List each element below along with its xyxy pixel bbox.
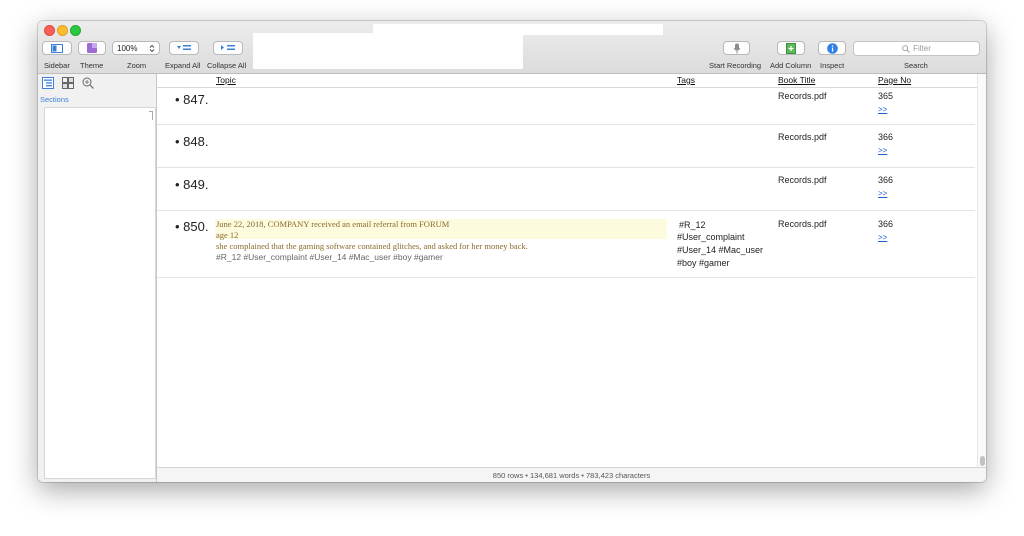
redacted-toolbar-area (253, 33, 523, 69)
microphone-icon (733, 43, 740, 53)
sidebar-label: Sidebar (44, 61, 70, 70)
table-row[interactable]: • 847. Records.pdf 365 >> (157, 88, 975, 125)
page-number-cell: 365 (878, 91, 894, 101)
zoom-window-button[interactable] (70, 25, 81, 36)
page-number-cell: 366 (878, 175, 894, 185)
note-text-line[interactable]: she complained that the gaming software … (216, 241, 528, 251)
table-row[interactable]: • 849. Records.pdf 366 >> (157, 168, 975, 211)
status-bar: 850 rows • 134,681 words • 783,423 chara… (157, 467, 986, 482)
collapse-all-label: Collapse All (207, 61, 247, 70)
book-title-cell: Records.pdf (778, 175, 827, 185)
column-header-page-no[interactable]: Page No (878, 75, 911, 85)
add-column-label: Add Column (770, 61, 812, 70)
collapse-all-button[interactable] (213, 41, 243, 55)
search-label: Search (904, 61, 928, 70)
zoom-value: 100% (117, 43, 138, 53)
book-title-cell: Records.pdf (778, 132, 827, 142)
book-title-cell: Records.pdf (778, 219, 827, 229)
page-link[interactable]: >> (878, 189, 887, 198)
note-tags-line[interactable]: #R_12 #User_complaint #User_14 #Mac_user… (216, 252, 443, 262)
toolbar: Sidebar Theme 100% Zoom Expand All Colla… (38, 21, 986, 74)
vertical-scrollbar[interactable] (977, 74, 986, 467)
sections-label: Sections (40, 95, 69, 104)
filter-search-field[interactable]: Filter (853, 41, 980, 56)
book-title-cell: Records.pdf (778, 91, 827, 101)
page-link[interactable]: >> (878, 146, 887, 155)
tags-cell-line: #User_complaint (677, 232, 745, 242)
row-number: • 847. (175, 92, 209, 107)
inspect-button[interactable] (818, 41, 846, 55)
page-link[interactable]: >> (878, 105, 887, 114)
inspect-label: Inspect (820, 61, 845, 70)
row-number: • 850. (175, 219, 209, 234)
thumbnail-view-icon[interactable] (62, 77, 74, 89)
start-recording-label: Start Recording (709, 61, 762, 70)
filter-placeholder: Filter (913, 44, 931, 53)
row-number: • 848. (175, 134, 209, 149)
scrollbar-thumb[interactable] (980, 456, 985, 466)
minimize-window-button[interactable] (57, 25, 68, 36)
expand-all-label: Expand All (165, 61, 201, 70)
theme-button[interactable] (78, 41, 106, 55)
start-recording-button[interactable] (723, 41, 750, 55)
column-header-book-title[interactable]: Book Title (778, 75, 815, 85)
search-icon (902, 44, 910, 53)
theme-icon (87, 43, 97, 53)
expand-all-icon (177, 45, 191, 50)
note-text-line[interactable]: age 12 (216, 230, 238, 240)
sidebar-button[interactable] (42, 41, 72, 55)
page-number-cell: 366 (878, 132, 894, 142)
tags-cell-line: #boy #gamer (677, 258, 730, 268)
sidebar-tools (42, 77, 94, 89)
info-icon (826, 42, 838, 54)
tags-cell-line: #R_12 (679, 220, 706, 230)
collapse-all-icon (221, 45, 235, 50)
zoom-select[interactable]: 100% (112, 41, 160, 55)
note-text-line[interactable]: June 22, 2018, COMPANY received an email… (216, 219, 449, 229)
zoom-search-icon[interactable] (82, 77, 94, 89)
app-window: Sidebar Theme 100% Zoom Expand All Colla… (38, 21, 986, 482)
theme-label: Theme (80, 61, 104, 70)
page-number-cell: 366 (878, 219, 894, 229)
add-column-icon (786, 42, 796, 54)
chevron-updown-icon (149, 44, 155, 52)
zoom-label: Zoom (127, 61, 147, 70)
close-window-button[interactable] (44, 25, 55, 36)
list-corner-marker (149, 111, 153, 120)
outline-view-icon[interactable] (42, 77, 54, 89)
column-header-tags[interactable]: Tags (677, 75, 695, 85)
add-column-button[interactable] (777, 41, 805, 55)
table-row[interactable]: • 850. June 22, 2018, COMPANY received a… (157, 211, 975, 278)
row-number: • 849. (175, 177, 209, 192)
sidebar-icon (51, 43, 63, 53)
page-link[interactable]: >> (878, 233, 887, 242)
sections-list[interactable] (44, 107, 156, 479)
main-table: Topic Tags Book Title Page No • 847. Rec… (157, 74, 986, 482)
sidebar: Sections (38, 74, 157, 482)
expand-all-button[interactable] (169, 41, 199, 55)
table-row[interactable]: • 848. Records.pdf 366 >> (157, 125, 975, 168)
column-header-topic[interactable]: Topic (216, 75, 236, 85)
tags-cell-line: #User_14 #Mac_user (677, 245, 764, 255)
